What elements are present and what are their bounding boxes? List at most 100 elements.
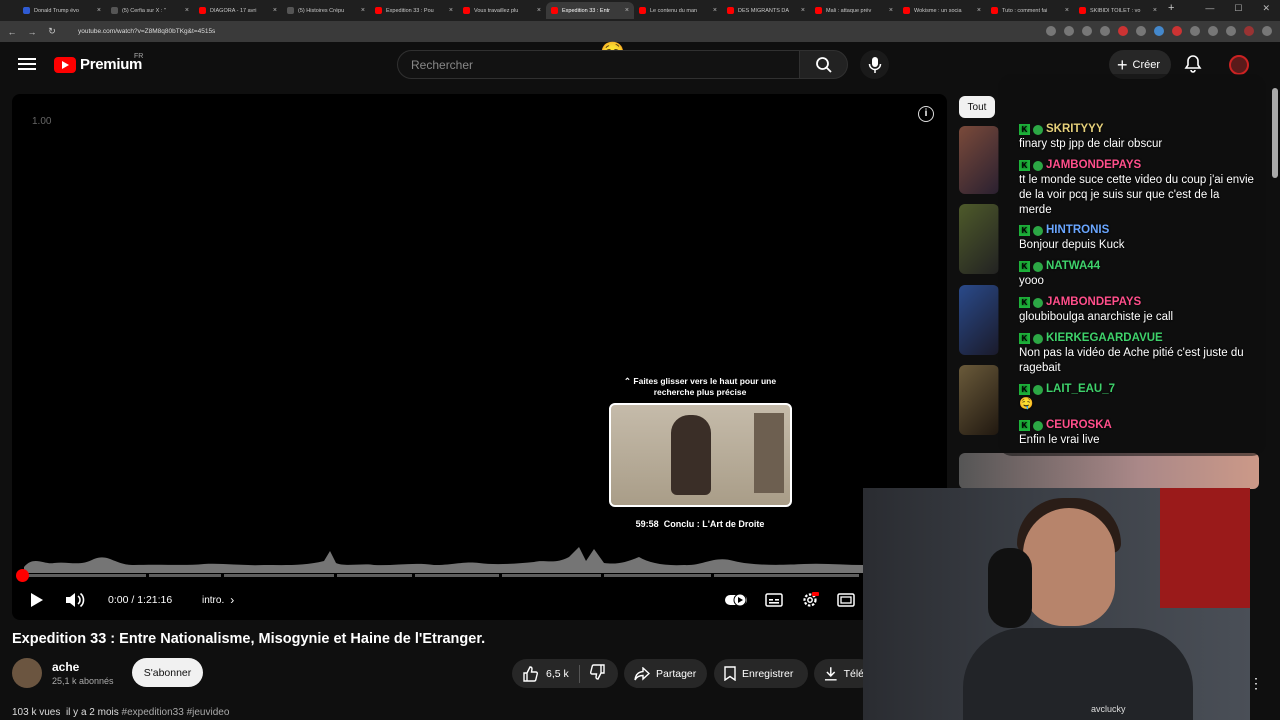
extension-icon[interactable]: [1208, 26, 1218, 36]
chapter-segment[interactable]: [22, 574, 146, 577]
tab-close-icon[interactable]: ×: [537, 7, 541, 14]
hamburger-menu-icon[interactable]: [18, 56, 36, 72]
url-field[interactable]: youtube.com/watch?v=Z8M8q80bTKg&t=4515s: [62, 24, 1072, 39]
browser-tab[interactable]: Expedition 33 : Pou ×: [370, 2, 458, 19]
hashtags[interactable]: #expedition33 #jeuvideo: [122, 707, 230, 718]
search-input[interactable]: Rechercher: [397, 50, 800, 79]
chapter-segment[interactable]: [604, 574, 712, 577]
tab-close-icon[interactable]: ×: [801, 7, 805, 14]
save-button[interactable]: Enregistrer: [714, 659, 808, 688]
back-icon[interactable]: ←: [4, 27, 20, 37]
browser-tab[interactable]: DIAGORA - 17 avri ×: [194, 2, 282, 19]
info-icon[interactable]: i: [918, 106, 934, 122]
tab-close-icon[interactable]: ×: [97, 7, 101, 14]
notifications-bell-icon[interactable]: [1183, 54, 1205, 76]
browser-tab[interactable]: Expedition 33 : Entr ×: [546, 2, 634, 19]
recommended-thumbnail[interactable]: [959, 365, 999, 435]
youtube-premium-logo[interactable]: Premium FR: [54, 53, 143, 73]
tab-close-icon[interactable]: ×: [449, 7, 453, 14]
minimize-icon[interactable]: —: [1205, 3, 1214, 14]
dislike-button[interactable]: [589, 664, 606, 683]
settings-button[interactable]: [800, 588, 820, 612]
chapter-button[interactable]: intro. ›: [202, 588, 234, 612]
cast-icon[interactable]: [1046, 26, 1056, 36]
recommended-thumbnail[interactable]: [959, 126, 999, 194]
voice-search-button[interactable]: [860, 50, 889, 79]
chapter-segment[interactable]: [415, 574, 500, 577]
webcam-streamer-face: [1023, 508, 1115, 626]
extension-icon[interactable]: [1154, 26, 1164, 36]
sidebar-channel-name[interactable]: avclucky: [1091, 704, 1126, 714]
browser-tab[interactable]: Donald Trump évo ×: [18, 2, 106, 19]
video-player[interactable]: 1.00 i ⌃ Faites glisser vers le haut pou…: [12, 94, 947, 620]
play-button[interactable]: [26, 588, 48, 612]
progress-bar[interactable]: [22, 574, 862, 578]
browser-tab[interactable]: DES MIGRANTS DA ×: [722, 2, 810, 19]
channel-avatar[interactable]: [12, 658, 42, 688]
subscribe-button[interactable]: S'abonner: [132, 658, 203, 687]
page-scrollbar[interactable]: [1272, 88, 1278, 178]
tab-title: SKIBIDI TOILET : vo: [1090, 7, 1141, 14]
browser-tab[interactable]: (5) Cerfia sur X : " ×: [106, 2, 194, 19]
chapter-segment[interactable]: [148, 574, 221, 577]
like-button[interactable]: 6,5 k: [522, 665, 569, 682]
subtitles-button[interactable]: [764, 588, 784, 612]
browser-tab[interactable]: Tuto : comment fai ×: [986, 2, 1074, 19]
subscriber-count: 25,1 k abonnés: [52, 676, 114, 686]
chapter-segment[interactable]: [714, 574, 859, 577]
bookmark-star-icon[interactable]: [1100, 26, 1110, 36]
tab-close-icon[interactable]: ×: [273, 7, 277, 14]
chapter-segment[interactable]: [337, 574, 413, 577]
browser-tab[interactable]: Le contenu du man ×: [634, 2, 722, 19]
chat-text: yooo: [1019, 275, 1044, 287]
tab-close-icon[interactable]: ×: [889, 7, 893, 14]
kick-badge-icon: K: [1019, 420, 1030, 431]
like-divider: [578, 664, 580, 683]
share-button[interactable]: Partager: [624, 659, 707, 688]
tab-close-icon[interactable]: ×: [1153, 7, 1157, 14]
filter-chip-all[interactable]: Tout: [959, 96, 995, 118]
account-avatar[interactable]: [1229, 55, 1249, 75]
extension-icon[interactable]: [1136, 26, 1146, 36]
close-window-icon[interactable]: ✕: [1262, 3, 1270, 14]
maximize-icon[interactable]: ☐: [1234, 3, 1242, 14]
tab-favicon-icon: [463, 7, 470, 14]
new-tab-icon[interactable]: +: [1168, 2, 1174, 19]
tab-close-icon[interactable]: ×: [713, 7, 717, 14]
menu-dots-icon[interactable]: [1262, 26, 1272, 36]
miniplayer-button[interactable]: [836, 588, 856, 612]
tab-close-icon[interactable]: ×: [361, 7, 365, 14]
extension-icon[interactable]: [1118, 26, 1128, 36]
more-options-icon[interactable]: ⋮: [1249, 675, 1263, 692]
chapter-segment[interactable]: [502, 574, 602, 577]
tab-close-icon[interactable]: ×: [1065, 7, 1069, 14]
search-button[interactable]: [799, 50, 848, 79]
recommended-thumbnail[interactable]: [959, 285, 999, 355]
tab-close-icon[interactable]: ×: [625, 7, 629, 14]
zoom-icon[interactable]: [1064, 26, 1074, 36]
extension-icon[interactable]: [1190, 26, 1200, 36]
recommended-thumbnail[interactable]: [959, 204, 999, 274]
recommended-thumbnail[interactable]: [959, 453, 1259, 489]
tab-close-icon[interactable]: ×: [185, 7, 189, 14]
video-description-summary[interactable]: 103 k vues il y a 2 mois #expedition33 #…: [12, 707, 229, 718]
browser-tab[interactable]: Wokisme : un socia ×: [898, 2, 986, 19]
browser-tab[interactable]: SKIBIDI TOILET : vo ×: [1074, 2, 1162, 19]
browser-tab[interactable]: Mali : attaque prév ×: [810, 2, 898, 19]
chat-badge-icon: [1033, 297, 1043, 308]
reload-icon[interactable]: ↻: [44, 26, 60, 37]
share-icon[interactable]: [1082, 26, 1092, 36]
volume-button[interactable]: [64, 588, 86, 612]
autoplay-toggle[interactable]: [724, 588, 748, 612]
channel-name[interactable]: ache: [52, 660, 79, 674]
browser-tab[interactable]: Vous travaillez plu ×: [458, 2, 546, 19]
tab-close-icon[interactable]: ×: [977, 7, 981, 14]
forward-icon[interactable]: →: [24, 27, 40, 37]
profile-icon[interactable]: [1244, 26, 1254, 36]
chapter-segment[interactable]: [223, 574, 334, 577]
extension-icon[interactable]: [1172, 26, 1182, 36]
browser-tab[interactable]: (5) Histoires Crépu ×: [282, 2, 370, 19]
puzzle-icon[interactable]: [1226, 26, 1236, 36]
playback-speed-overlay: 1.00: [32, 116, 52, 127]
progress-scrubber-handle[interactable]: [16, 569, 29, 582]
